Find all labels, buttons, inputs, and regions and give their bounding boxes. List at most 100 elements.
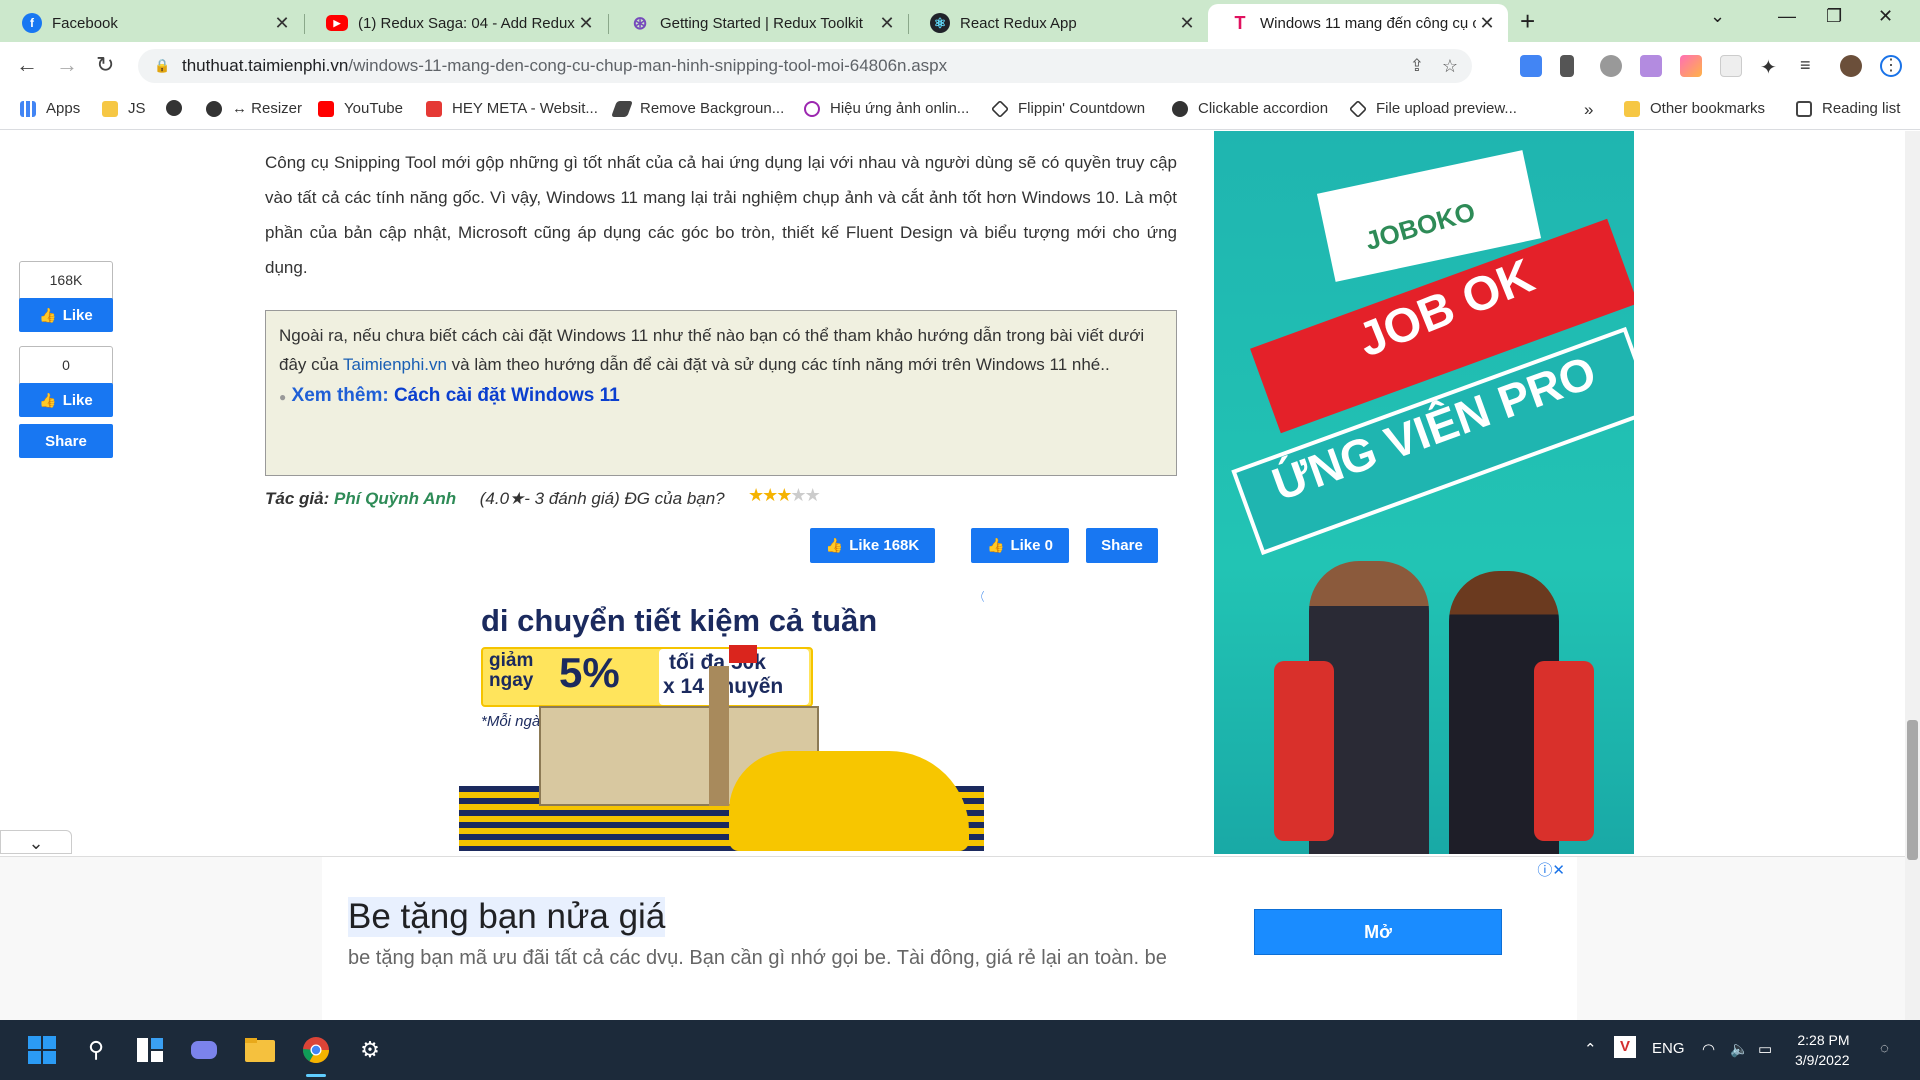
reload-icon[interactable]: ↻: [96, 52, 114, 78]
inline-like-button[interactable]: 👍 Like 168K: [810, 528, 935, 563]
chrome-icon[interactable]: [300, 1034, 332, 1066]
bottom-ad-open-button[interactable]: Mở: [1254, 909, 1502, 955]
bookmark-globe[interactable]: [166, 100, 192, 116]
like-label: Like: [62, 306, 93, 324]
inline-like-button[interactable]: 👍 Like 0: [971, 528, 1069, 563]
windows-start-icon[interactable]: [26, 1034, 58, 1066]
notification-icon[interactable]: ◌: [1880, 1040, 1889, 1057]
ad-flag-tower: [709, 666, 729, 806]
minimize-icon[interactable]: —: [1778, 6, 1796, 27]
ad-info-icon[interactable]: ⓘ✕: [1537, 859, 1565, 880]
avatar[interactable]: [1840, 55, 1862, 77]
close-window-icon[interactable]: ✕: [1878, 6, 1893, 27]
star-filled-icon[interactable]: ★: [776, 485, 792, 505]
codepen-icon: [990, 99, 1010, 118]
collapse-ad-button[interactable]: ⌄: [0, 830, 72, 854]
language-indicator[interactable]: ENG: [1652, 1040, 1685, 1057]
redux-toolkit-icon: ⊛: [632, 12, 648, 33]
inline-share-button[interactable]: Share: [1086, 528, 1158, 563]
tab-redux-saga[interactable]: ▶ (1) Redux Saga: 04 - Add Redux S ✕: [304, 4, 607, 42]
bookmark-hieu-ung-anh[interactable]: Hiệu ứng ảnh onlin...: [804, 100, 969, 117]
extension-icon[interactable]: [1680, 55, 1702, 77]
author-name[interactable]: Phí Quỳnh Anh: [334, 489, 456, 508]
see-more: ● Xem thêm: Cách cài đặt Windows 11: [279, 381, 1163, 412]
system-clock[interactable]: 2:28 PM 3/9/2022: [1795, 1030, 1850, 1070]
translate-extension-icon[interactable]: [1520, 55, 1542, 77]
address-bar[interactable]: 🔒 thuthuat.taimienphi.vn/windows-11-mang…: [138, 49, 1472, 83]
extension-icon[interactable]: [1600, 55, 1622, 77]
like-label: Like 0: [1010, 537, 1053, 554]
bookmark-resizer[interactable]: ↔ Resizer: [206, 100, 302, 117]
bookmark-hey-meta[interactable]: HEY META - Websit...: [426, 100, 598, 117]
page-scrollbar[interactable]: [1905, 131, 1920, 1020]
new-tab-button[interactable]: +: [1520, 6, 1535, 37]
tab-redux-toolkit[interactable]: ⊛ Getting Started | Redux Toolkit ✕: [608, 4, 908, 42]
taimienphi-link[interactable]: Taimienphi.vn: [343, 355, 447, 374]
scrollbar-thumb[interactable]: [1907, 720, 1918, 860]
menu-icon[interactable]: ⋮: [1880, 55, 1902, 77]
task-view-icon[interactable]: [134, 1034, 166, 1066]
tab-windows-11-article[interactable]: T Windows 11 mang đến công cụ c ✕: [1208, 4, 1508, 42]
lock-icon[interactable]: 🔒: [154, 58, 170, 74]
like-label: Like: [62, 391, 93, 409]
file-explorer-icon[interactable]: [244, 1034, 276, 1066]
bookmark-apps[interactable]: Apps: [20, 100, 80, 117]
note-box: Ngoài ra, nếu chưa biết cách cài đặt Win…: [265, 310, 1177, 476]
bookmark-js[interactable]: JS: [102, 100, 146, 117]
extension-icon[interactable]: [1720, 55, 1742, 77]
web-page: Công cụ Snipping Tool mới gộp những gì t…: [0, 131, 1905, 1020]
note-text: Ngoài ra, nếu chưa biết cách cài đặt Win…: [279, 321, 1163, 379]
bookmark-label: Apps: [46, 100, 81, 117]
share-page-icon[interactable]: ⇪: [1410, 56, 1424, 76]
maximize-icon[interactable]: ❐: [1826, 6, 1842, 27]
bookmark-clickable-accordion[interactable]: Clickable accordion: [1172, 100, 1328, 117]
reading-list[interactable]: Reading list: [1796, 100, 1900, 117]
bookmark-other[interactable]: Other bookmarks: [1624, 100, 1765, 117]
volume-icon[interactable]: 🔈: [1730, 1040, 1749, 1058]
close-icon[interactable]: ✕: [271, 13, 293, 34]
star-empty-icon[interactable]: ★: [790, 485, 806, 505]
media-controls-icon[interactable]: ≡: [1800, 55, 1822, 77]
show-hidden-icons-icon[interactable]: ⌃: [1584, 1040, 1597, 1058]
star-empty-icon[interactable]: ★: [805, 485, 821, 505]
vietkey-icon[interactable]: V: [1614, 1036, 1636, 1058]
rating-text: (4.0★- 3 đánh giá) ĐG của bạn?: [479, 489, 725, 508]
bookmark-remove-background[interactable]: Remove Backgroun...: [611, 100, 784, 117]
bookmark-star-icon[interactable]: ☆: [1442, 56, 1458, 77]
bookmark-flippin-countdown[interactable]: Flippin' Countdown: [990, 99, 1145, 118]
ad-info-icon[interactable]: ⓘ✕: [981, 591, 984, 607]
extension-icon[interactable]: [1560, 55, 1574, 77]
chat-icon[interactable]: [188, 1034, 220, 1066]
battery-icon[interactable]: ▭: [1758, 1040, 1772, 1058]
extension-icon[interactable]: [1640, 55, 1662, 77]
rating-stars[interactable]: ★★★★★: [748, 485, 821, 506]
tab-react-redux-app[interactable]: ⚛ React Redux App ✕: [908, 4, 1208, 42]
sidebar-like-button[interactable]: 👍 Like: [19, 383, 113, 417]
tab-search-icon[interactable]: ⌄: [1710, 6, 1725, 27]
star-filled-icon[interactable]: ★: [748, 485, 764, 505]
sidebar-share-button[interactable]: Share: [19, 424, 113, 458]
like-count-box: 0: [19, 346, 113, 384]
see-more-link[interactable]: Cách cài đặt Windows 11: [394, 385, 620, 406]
bookmarks-overflow[interactable]: »: [1584, 100, 1593, 120]
search-icon[interactable]: ⚲: [80, 1034, 112, 1066]
wifi-icon[interactable]: ◠: [1702, 1040, 1715, 1058]
forward-icon[interactable]: →: [56, 52, 78, 78]
bookmark-youtube[interactable]: YouTube: [318, 100, 403, 117]
bookmark-file-upload-preview[interactable]: File upload preview...: [1348, 99, 1517, 118]
ad-banner[interactable]: ⓘ✕ di chuyển tiết kiệm cả tuần giảm ngay…: [459, 591, 984, 851]
bottom-ad-content[interactable]: ⓘ✕ Be tặng bạn nửa giá be tặng bạn mã ưu…: [322, 857, 1577, 1020]
back-icon[interactable]: ←: [16, 52, 38, 78]
close-icon[interactable]: ✕: [876, 13, 898, 34]
close-icon[interactable]: ✕: [575, 13, 597, 34]
removebg-icon: [611, 100, 633, 117]
close-icon[interactable]: ✕: [1476, 13, 1498, 34]
tab-facebook[interactable]: f Facebook ✕: [0, 4, 303, 42]
puzzle-icon[interactable]: ✦: [1760, 55, 1782, 79]
bottom-ad-title[interactable]: Be tặng bạn nửa giá: [348, 897, 666, 937]
settings-gear-icon[interactable]: ⚙: [354, 1034, 386, 1066]
sidebar-like-button[interactable]: 👍 Like: [19, 298, 113, 332]
right-ad-joboko[interactable]: JOBOKO JOB OK ỨNG VIÊN PRO: [1214, 131, 1634, 854]
star-filled-icon[interactable]: ★: [762, 485, 778, 505]
close-icon[interactable]: ✕: [1176, 13, 1198, 34]
